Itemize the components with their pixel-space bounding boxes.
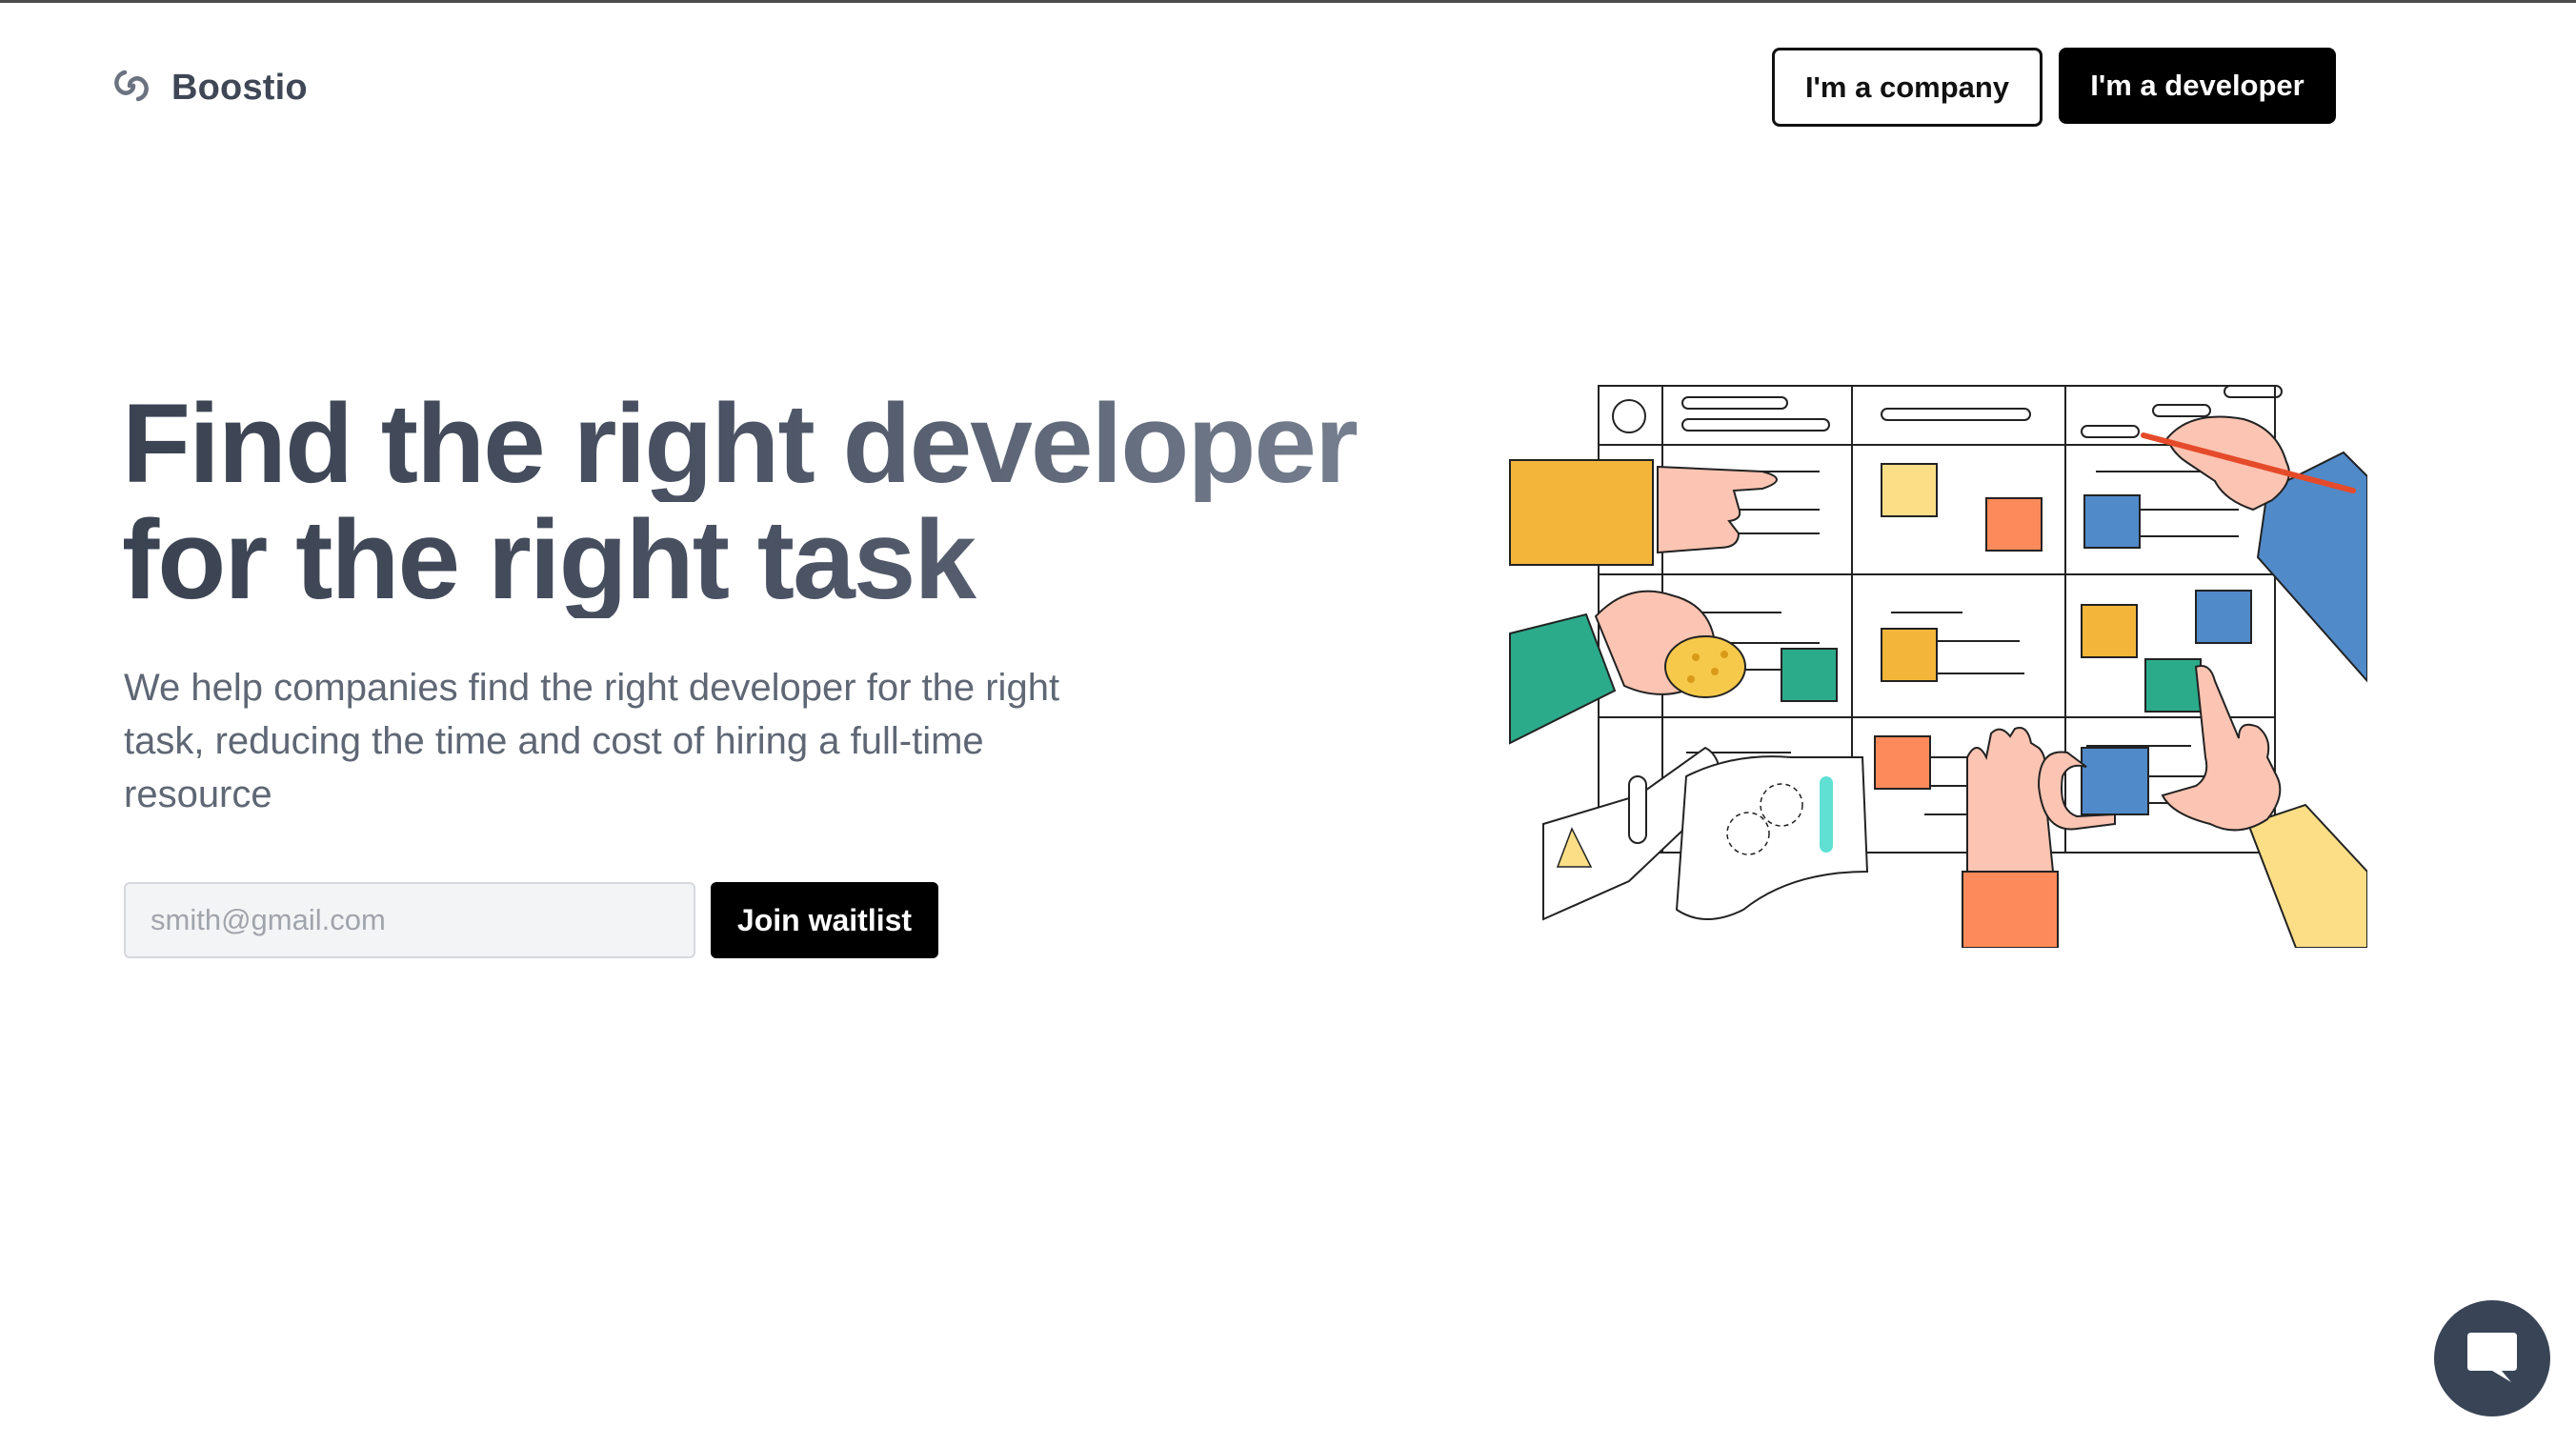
developer-button[interactable]: I'm a developer bbox=[2059, 48, 2336, 124]
join-waitlist-button[interactable]: Join waitlist bbox=[711, 882, 938, 958]
brand-logo[interactable]: Boostio bbox=[109, 65, 308, 110]
chat-bubble-icon bbox=[2464, 1329, 2521, 1389]
chat-bubble-button[interactable] bbox=[2434, 1300, 2550, 1416]
link-swirl-icon bbox=[109, 63, 154, 113]
top-border bbox=[0, 0, 2576, 3]
hero-title: Find the right developer for the right t… bbox=[122, 386, 1437, 618]
hero-title-line-1: Find the right developer bbox=[122, 386, 1437, 502]
brand-name: Boostio bbox=[171, 67, 308, 108]
hero-subtitle: We help companies find the right develop… bbox=[124, 667, 1060, 815]
kanban-board-hands-illustration bbox=[1505, 376, 2368, 949]
hero-title-line-2: for the right task bbox=[122, 502, 1437, 618]
company-button[interactable]: I'm a company bbox=[1772, 48, 2043, 127]
email-input[interactable] bbox=[124, 882, 695, 958]
